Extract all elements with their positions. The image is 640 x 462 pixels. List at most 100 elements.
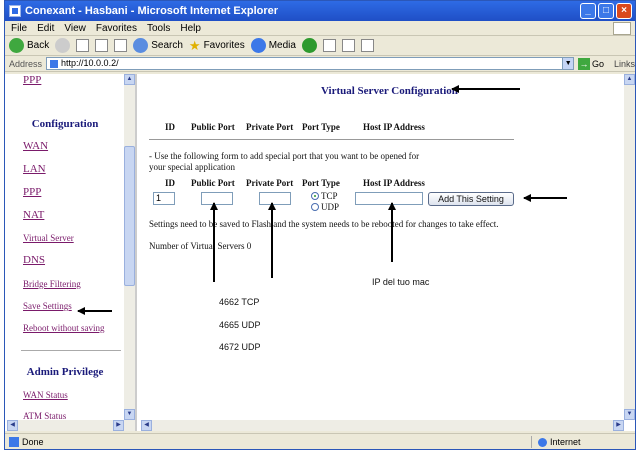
- nav-wan[interactable]: WAN: [23, 140, 48, 152]
- host-ip-field[interactable]: [355, 192, 423, 205]
- main-frame: Virtual Server Configuration ID Public P…: [141, 74, 635, 431]
- minimize-button[interactable]: _: [580, 3, 596, 19]
- star-icon: ★: [188, 37, 201, 53]
- media-icon: [250, 38, 266, 53]
- admin-privilege-heading: Admin Privilege: [26, 366, 104, 378]
- col-port-type: Port Type: [302, 122, 340, 132]
- radio-udp-dot[interactable]: [311, 203, 319, 211]
- instructions-line2: your special application: [149, 162, 235, 172]
- search-button[interactable]: Search: [133, 38, 183, 53]
- nav-virtual-server[interactable]: Virtual Server: [23, 233, 74, 243]
- page-content: PPP Configuration WAN LAN PPP NAT Virtua…: [5, 74, 635, 431]
- id-field[interactable]: 1: [153, 192, 175, 205]
- favorites-label: Favorites: [203, 40, 245, 51]
- forward-button[interactable]: [55, 38, 71, 53]
- back-button[interactable]: Back: [9, 38, 49, 53]
- maximize-button[interactable]: □: [598, 3, 614, 19]
- main-scroll-up-icon[interactable]: ▲: [624, 74, 635, 85]
- nav-bridge-filtering[interactable]: Bridge Filtering: [23, 279, 81, 289]
- scroll-left-icon[interactable]: ◀: [7, 420, 18, 431]
- radio-udp[interactable]: UDP: [311, 202, 339, 212]
- back-arrow-icon: [9, 38, 24, 53]
- table-divider: [149, 139, 514, 140]
- home-icon[interactable]: [114, 39, 128, 52]
- save-note: Settings need to be saved to Flash and t…: [149, 219, 499, 229]
- main-scroll-left-icon[interactable]: ◀: [141, 420, 152, 431]
- nav-dns[interactable]: DNS: [23, 254, 45, 266]
- menu-help[interactable]: Help: [180, 21, 201, 35]
- col-id: ID: [165, 122, 176, 132]
- menu-bar: File Edit View Favorites Tools Help: [5, 21, 635, 36]
- favorites-button[interactable]: ★ Favorites: [189, 38, 245, 54]
- scroll-right-icon[interactable]: ▶: [113, 420, 124, 431]
- form-col-private-port: Private Port: [246, 178, 294, 188]
- nav-nat[interactable]: NAT: [23, 209, 44, 221]
- annotation-port3: 4672 UDP: [219, 342, 261, 352]
- main-horizontal-scrollbar[interactable]: ◀ ▶: [141, 420, 624, 431]
- main-scroll-right-icon[interactable]: ▶: [613, 420, 624, 431]
- nav-vertical-scrollbar[interactable]: ▲ ▼: [124, 74, 135, 420]
- radio-tcp[interactable]: TCP: [311, 191, 338, 201]
- virtual-server-count: Number of Virtual Servers 0: [149, 241, 252, 251]
- nav-divider: [21, 350, 121, 351]
- main-scroll-down-icon[interactable]: ▼: [624, 409, 635, 420]
- status-bar: Done Internet: [5, 433, 635, 449]
- menu-tools[interactable]: Tools: [147, 21, 170, 35]
- col-private-port: Private Port: [246, 122, 294, 132]
- print-icon[interactable]: [341, 39, 355, 52]
- title-bar: Conexant - Hasbani - Microsoft Internet …: [5, 1, 635, 21]
- close-button[interactable]: ×: [616, 3, 632, 19]
- stop-icon[interactable]: [76, 39, 90, 52]
- nav-wan-status[interactable]: WAN Status: [23, 390, 68, 400]
- main-vertical-scrollbar[interactable]: ▲ ▼: [624, 74, 635, 420]
- radio-udp-label: UDP: [321, 202, 340, 212]
- address-dropdown-icon[interactable]: ▼: [562, 57, 574, 70]
- go-arrow-icon: →: [577, 57, 590, 70]
- scroll-thumb[interactable]: [124, 146, 135, 286]
- nav-atm-status[interactable]: ATM Status: [23, 411, 66, 420]
- zone-label: Internet: [550, 437, 581, 447]
- windows-logo-icon: [613, 22, 631, 35]
- add-setting-button[interactable]: Add This Setting: [428, 192, 514, 206]
- nav-reboot-without-saving[interactable]: Reboot without saving: [23, 323, 105, 333]
- refresh-icon[interactable]: [95, 39, 109, 52]
- nav-ppp[interactable]: PPP: [23, 186, 41, 198]
- toolbar: Back Search ★ Favorites Media: [5, 36, 635, 56]
- nav-ppp-top[interactable]: PPP: [23, 74, 41, 86]
- nav-lan[interactable]: LAN: [23, 163, 46, 175]
- history-icon[interactable]: [301, 38, 317, 53]
- menu-edit[interactable]: Edit: [37, 21, 54, 35]
- configuration-heading: Configuration: [31, 118, 99, 130]
- address-input[interactable]: http://10.0.0.2/: [46, 57, 564, 70]
- media-button[interactable]: Media: [250, 38, 296, 53]
- browser-window: Conexant - Hasbani - Microsoft Internet …: [4, 0, 636, 450]
- instructions-line1: - Use the following form to add special …: [149, 151, 420, 161]
- menu-view[interactable]: View: [64, 21, 86, 35]
- menu-file[interactable]: File: [11, 21, 27, 35]
- form-col-id: ID: [165, 178, 176, 188]
- menu-favorites[interactable]: Favorites: [96, 21, 137, 35]
- private-port-field[interactable]: [259, 192, 291, 205]
- back-label: Back: [27, 40, 50, 51]
- nav-save-settings[interactable]: Save Settings: [23, 301, 72, 311]
- public-port-field[interactable]: [201, 192, 233, 205]
- annotation-port1: 4662 TCP: [219, 297, 260, 307]
- radio-tcp-label: TCP: [321, 191, 338, 201]
- scroll-up-icon[interactable]: ▲: [124, 74, 135, 85]
- security-zone: Internet: [531, 436, 631, 448]
- mail-icon[interactable]: [322, 39, 336, 52]
- annotation-port2: 4665 UDP: [219, 320, 261, 330]
- search-icon: [133, 38, 149, 53]
- col-host-ip: Host IP Address: [363, 122, 425, 132]
- radio-tcp-dot[interactable]: [311, 192, 319, 200]
- scroll-down-icon[interactable]: ▼: [124, 409, 135, 420]
- go-label: Go: [591, 58, 604, 69]
- globe-icon: [538, 437, 547, 447]
- links-button[interactable]: Links: [614, 59, 635, 69]
- page-done-icon: [9, 437, 19, 447]
- edit-icon[interactable]: [360, 39, 374, 52]
- go-button[interactable]: → Go: [577, 57, 604, 70]
- window-title: Conexant - Hasbani - Microsoft Internet …: [25, 5, 279, 17]
- page-title: Virtual Server Configuration: [321, 85, 458, 97]
- nav-horizontal-scrollbar[interactable]: ◀ ▶: [7, 420, 135, 431]
